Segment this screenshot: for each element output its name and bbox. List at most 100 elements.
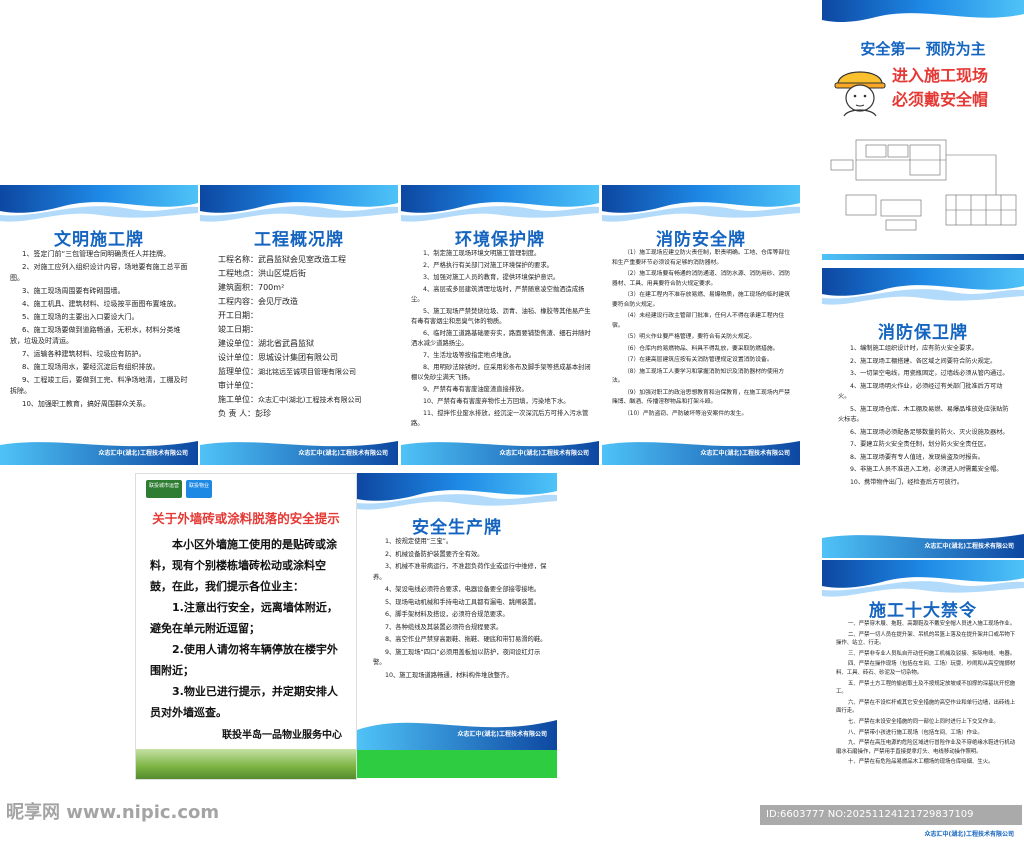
watermark-id: ID:6603777 NO:20251124121729837109 xyxy=(760,805,1022,825)
board-item: 10、加强职工教育，搞好周围群众关系。 xyxy=(22,400,150,408)
board-item: 5、现场电动机械和手持电动工具都有漏电、跳闸装置。 xyxy=(385,598,541,606)
poster-slogan: 安全第一 预防为主 xyxy=(860,40,986,58)
info-value: 湖北省武昌监狱 xyxy=(258,339,314,348)
board-item: 1、编制施工组织设计时，应有防火安全要求。 xyxy=(850,345,978,352)
safety-notice: 联投城市运营 联投物业 关于外墙砖或涂料脱落的安全提示 本小区外墙施工使用的是贴… xyxy=(135,473,357,780)
bottom-bar xyxy=(822,254,1024,260)
board-item: 7、各种缆线及其装置必须符合规程要求。 xyxy=(385,623,503,631)
board-item: 2、机械设备防护装置要齐全有效。 xyxy=(385,550,484,558)
board-item: 6、施工现场必须配备足够数量的防火、灭火设施及器材。 xyxy=(850,428,1009,436)
info-row: 工程名称： 武昌监狱会见室改造工程 xyxy=(218,253,393,267)
info-value: 700m² xyxy=(258,283,285,292)
board-item: 4、高层或多层建筑清理垃圾时，严禁随意凌空抛洒造成扬尘。 xyxy=(411,286,585,303)
notice-paragraph: 3.物业已进行提示，并定期安排人员对外墙巡查。 xyxy=(150,685,338,719)
info-value: 彭珍 xyxy=(255,409,272,418)
info-key: 设计单位： xyxy=(218,353,258,362)
board-footer: 众志汇中(湖北)工程技术有限公司 xyxy=(924,831,1015,838)
notice-body: 本小区外墙施工使用的是贴砖或涂料，现有个别楼栋墙砖松动或涂料空鼓，在此，我们提示… xyxy=(150,534,346,723)
board-item: 1、制定施工现场环境文明施工管理制度。 xyxy=(423,250,541,257)
info-value: 思城设计集团有限公司 xyxy=(258,353,338,362)
board-item: （6）仓库内的易燃物品、料具不得乱放，要采取防燃措施。 xyxy=(624,345,779,352)
board-anquan: 安全生产牌 1、按规定使用“三宝”。 2、机械设备防护装置要齐全有效。 3、机械… xyxy=(357,473,557,778)
board-item: 1、按规定使用“三宝”。 xyxy=(385,538,453,545)
logo-row: 联投城市运营 联投物业 xyxy=(146,480,213,498)
board-footer: 众志汇中(湖北)工程技术有限公司 xyxy=(499,450,590,457)
board-footer: 众志汇中(湖北)工程技术有限公司 xyxy=(457,731,548,738)
board-item: 8、施工现场用水，要经沉淀后有组织排放。 xyxy=(22,363,160,371)
board-title: 消防安全牌 xyxy=(656,230,746,250)
board-item: 三、严禁非专业人员私自开动任何施工机械及驳接、拆除电线、电器。 xyxy=(848,650,1016,657)
board-title: 文明施工牌 xyxy=(54,230,144,250)
board-item: 八、严禁带小孩进行施工现场（包括车间、工场）作业。 xyxy=(848,729,983,736)
info-key: 建筑面积： xyxy=(218,283,258,292)
board-item: 10、施工现场道路畅通，材料构件堆放整齐。 xyxy=(385,671,513,679)
info-row: 施工单位： 众志汇中(湖北)工程技术有限公司 xyxy=(218,393,393,407)
board-item: 6、临时施工道路基础要夯实，路面要铺垫焦渣、细石并随时洒水减少道路扬尘。 xyxy=(411,330,591,347)
board-item: （5）明火作业要严格管理，要符合有关防火规定。 xyxy=(624,334,756,340)
info-value: 会见厅改造 xyxy=(258,297,298,306)
poster-warning-line: 进入施工现场 xyxy=(892,66,989,85)
info-value: 洪山区堤后街 xyxy=(258,269,306,278)
top-wave-decoration xyxy=(822,0,1024,22)
info-row: 负 责 人： 彭珍 xyxy=(218,407,393,421)
board-gaikuang: 工程概况牌 工程名称： 武昌监狱会见室改造工程 工程地点： 洪山区堤后街 建筑面积：… xyxy=(200,185,398,465)
info-row: 工程地点： 洪山区堤后街 xyxy=(218,267,393,281)
board-body: 1、按规定使用“三宝”。 2、机械设备防护装置要齐全有效。 3、机械不准带病运行… xyxy=(373,537,549,683)
info-key: 竣工日期： xyxy=(218,325,258,334)
poster-helmet: 安全第一 预防为主 进入施工现场 必须戴安全帽 xyxy=(822,0,1024,260)
board-item: 5、施工现场严禁焚烧垃圾、沥青、油毡、橡胶等其他易产生有毒有害烟尘和恶臭气体的物… xyxy=(411,308,591,325)
floor-plan-drawing xyxy=(830,139,1017,231)
board-body: 1、签定门前“三包管理合同明确责任人并挂牌。 2、对施工应列入组织设计内容，场地… xyxy=(10,249,190,412)
green-bar xyxy=(357,750,557,778)
board-title: 施工十大禁令 xyxy=(869,601,977,621)
info-key: 负 责 人： xyxy=(218,409,256,418)
notice-signature: 联投半岛一品物业服务中心 xyxy=(222,730,342,741)
info-row: 审计单位： xyxy=(218,379,393,393)
info-key: 监理单位： xyxy=(218,367,258,376)
board-item: 2、对施工应列入组织设计内容，场地要有施工总平面图。 xyxy=(10,263,188,282)
info-row: 监理单位： 湖北铭远至诚项目管理有限公司 xyxy=(218,365,393,379)
info-value: 众志汇中(湖北)工程技术有限公司 xyxy=(258,396,362,404)
board-item: 6、施工现场要做到道路畅通，无积水，材料分类堆放，垃圾及时清运。 xyxy=(10,326,181,345)
board-item: 二、严禁一切人员在提升架、吊机的吊篮上落及在提升架井口或吊物下操作、站立、行走。 xyxy=(836,631,1016,647)
board-item: 8、高空作业严禁穿高跟鞋、拖鞋、硬底和带钉易滑的鞋。 xyxy=(385,636,547,643)
board-item: 3、施工现场周围要有砖砌围墙。 xyxy=(22,287,125,295)
board-item: （2）施工现场要有畅通的消防通道、消防水源、消防用砂、消防器材、工具、用具要符合… xyxy=(612,271,791,287)
info-row: 建筑面积： 700m² xyxy=(218,281,393,295)
board-item: （7）在建高层建筑应按有关消防管理规定设置消防设备。 xyxy=(624,357,773,363)
board-title: 消防保卫牌 xyxy=(878,323,968,343)
board-body: 1、制定施工现场环境文明施工管理制度。 2、严格执行有关部门对施工环境保护的要求… xyxy=(411,249,591,431)
board-item: 2、严格执行有关部门对施工环境保护的要求。 xyxy=(423,262,553,269)
info-key: 建设单位： xyxy=(218,339,258,348)
notice-paragraph: 本小区外墙施工使用的是贴砖或涂料，现有个别楼栋墙砖松动或涂料空鼓，在此，我们提示… xyxy=(150,538,337,593)
info-row: 建设单位： 湖北省武昌监狱 xyxy=(218,337,393,351)
board-item: 4、施工机具、建筑材料、垃圾按平面图布置堆放。 xyxy=(22,300,181,308)
board-title: 工程概况牌 xyxy=(254,230,344,250)
board-item: 七、严禁在未设安全措施的同一部位上同时进行上下交叉作业。 xyxy=(848,718,999,725)
board-item: 九、严禁在高压电源的危险区域进行冒险作业及不穿绝缘水鞋进行机动磨水石磨操作，严禁… xyxy=(836,740,1016,755)
board-footer: 众志汇中(湖北)工程技术有限公司 xyxy=(98,450,189,457)
board-body: 1、编制施工组织设计时，应有防火安全要求。 2、施工现场工棚搭建、各区域之间要符… xyxy=(838,344,1014,490)
info-value: 湖北铭远至诚项目管理有限公司 xyxy=(258,368,356,376)
board-huanjing: 环境保护牌 1、制定施工现场环境文明施工管理制度。 2、严格执行有关部门对施工环… xyxy=(401,185,599,465)
board-item: 6、脚手架材料及搭设，必须符合规范要求。 xyxy=(385,611,509,618)
info-row: 工程内容： 会见厅改造 xyxy=(218,295,393,309)
board-item: 8、用明砂法除锈时，应采用彩条布及脚手架等搭成基本封闭棚以免砂尘满天飞扬。 xyxy=(411,364,591,381)
board-item: （10）严防盗窃、严防破坏等治安案件的发生。 xyxy=(624,410,748,417)
board-title: 安全生产牌 xyxy=(412,518,502,538)
board-item: 1、签定门前“三包管理合同明确责任人并挂牌。 xyxy=(22,250,171,258)
notice-paragraph: 2.使用人请勿将车辆停放在楼宇外围附近； xyxy=(150,643,338,677)
board-item: 4、架设电线必须符合要求，电器设备要全部接零接地。 xyxy=(385,586,541,593)
grass-decoration xyxy=(136,749,356,779)
notice-paragraph: 1.注意出行安全，远离墙体附近，避免在单元附近逗留； xyxy=(150,601,338,635)
board-item: 一、严禁穿木屐、拖鞋、高跟鞋及不戴安全帽人员进入施工现场作业。 xyxy=(848,621,1016,627)
board-body: 一、严禁穿木屐、拖鞋、高跟鞋及不戴安全帽人员进入施工现场作业。 二、严禁一切人员… xyxy=(836,620,1016,769)
board-item: （8）施工现场工人要学习和掌握消防知识及消防器材的使用方法。 xyxy=(612,368,785,385)
poster-warning: 进入施工现场 必须戴安全帽 xyxy=(892,64,988,112)
board-title: 环境保护牌 xyxy=(455,230,545,250)
board-item: 六、严禁在不设栏杆或其它安全措施的高空作业和单行边墙，出砖线上面行走。 xyxy=(836,699,1016,715)
logo-liantou-city: 联投城市运营 xyxy=(146,480,183,498)
board-footer: 众志汇中(湖北)工程技术有限公司 xyxy=(924,543,1015,550)
worker-helmet-icon xyxy=(834,71,886,117)
board-xiaofangbaowei: 消防保卫牌 1、编制施工组织设计时，应有防火安全要求。 2、施工现场工棚搭建、各… xyxy=(822,268,1024,558)
